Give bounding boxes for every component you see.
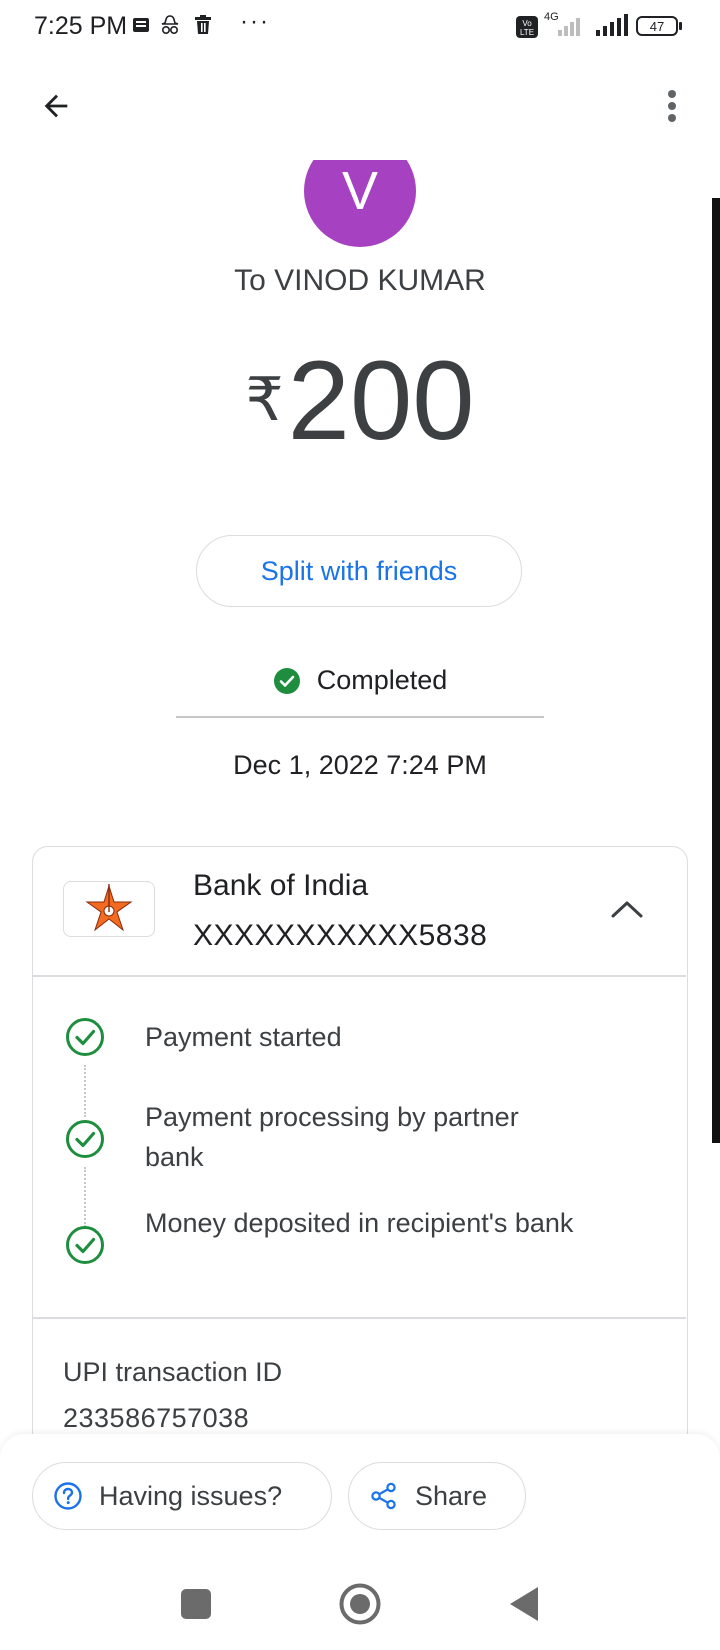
timeline-connector bbox=[84, 1065, 86, 1117]
upi-id-value[interactable]: 233586757038 bbox=[63, 1403, 249, 1434]
more-notifications-dots: ··· bbox=[240, 8, 270, 35]
share-icon bbox=[371, 1482, 396, 1510]
currency-symbol: ₹ bbox=[245, 366, 284, 433]
status-divider bbox=[176, 716, 544, 718]
battery-tip bbox=[679, 22, 682, 30]
share-button[interactable]: Share bbox=[348, 1462, 526, 1530]
check-circle-icon bbox=[273, 667, 300, 694]
recents-square-icon bbox=[181, 1589, 211, 1619]
timeline-connector bbox=[84, 1167, 86, 1227]
step-label: Payment started bbox=[145, 1022, 342, 1052]
back-nav-button[interactable] bbox=[496, 1576, 552, 1632]
bank-logo bbox=[63, 881, 155, 937]
more-options-button[interactable] bbox=[648, 82, 696, 130]
collapse-button[interactable] bbox=[603, 885, 651, 933]
home-circle-icon bbox=[339, 1583, 381, 1625]
incognito-icon bbox=[161, 15, 179, 35]
system-navigation-bar bbox=[0, 1564, 720, 1650]
check-circle-outline-icon bbox=[66, 1120, 104, 1158]
status-bar: 7:25 PM ··· Vo LTE 4G 47 bbox=[0, 0, 720, 56]
step-label: Money deposited in recipient's bank bbox=[145, 1208, 574, 1238]
battery-level: 47 bbox=[649, 18, 665, 34]
bank-name: Bank of India bbox=[193, 869, 369, 902]
recents-button[interactable] bbox=[168, 1576, 224, 1632]
svg-text:4G: 4G bbox=[544, 11, 559, 23]
share-label: Share bbox=[415, 1480, 488, 1511]
card-divider bbox=[33, 975, 686, 977]
more-vert-icon bbox=[668, 90, 676, 122]
screen: 7:25 PM ··· Vo LTE 4G 47 V To VINOD KUMA… bbox=[0, 0, 720, 1650]
payment-status: Completed bbox=[0, 665, 720, 696]
volte-icon: Vo LTE bbox=[516, 16, 538, 38]
delete-icon bbox=[195, 15, 211, 34]
signal-icon bbox=[596, 14, 628, 36]
svg-text:LTE: LTE bbox=[520, 28, 534, 37]
split-with-friends-button[interactable]: Split with friends bbox=[196, 535, 522, 607]
back-triangle-icon bbox=[510, 1587, 538, 1621]
check-circle-outline-icon bbox=[66, 1226, 104, 1264]
bank-of-india-star-logo bbox=[85, 884, 133, 932]
having-issues-label: Having issues? bbox=[99, 1480, 283, 1511]
chevron-up-icon bbox=[611, 901, 643, 918]
help-circle-icon bbox=[54, 1482, 82, 1510]
back-button[interactable] bbox=[32, 82, 80, 130]
signal-4g-icon: 4G bbox=[544, 11, 580, 36]
check-circle-outline-icon bbox=[66, 1018, 104, 1056]
message-icon bbox=[133, 18, 149, 32]
upi-id-label: UPI transaction ID bbox=[63, 1357, 283, 1387]
step-label: Payment processing by partner bank bbox=[145, 1102, 519, 1172]
arrow-back-icon bbox=[44, 94, 68, 118]
status-time: 7:25 PM bbox=[34, 12, 128, 40]
amount-value: 200 bbox=[287, 338, 475, 463]
status-label: Completed bbox=[316, 665, 448, 695]
recipient-name: To VINOD KUMAR bbox=[234, 264, 486, 297]
avatar[interactable]: V bbox=[304, 160, 416, 247]
transaction-datetime: Dec 1, 2022 7:24 PM bbox=[233, 750, 487, 780]
battery-icon: 47 bbox=[636, 16, 678, 36]
having-issues-button[interactable]: Having issues? bbox=[32, 1462, 332, 1530]
payment-amount: ₹200 bbox=[0, 345, 720, 457]
card-divider bbox=[33, 1317, 686, 1319]
avatar-container: V bbox=[0, 160, 720, 280]
home-button[interactable] bbox=[332, 1576, 388, 1632]
bank-account-number: XXXXXXXXXXX5838 bbox=[193, 919, 488, 952]
avatar-letter: V bbox=[341, 161, 379, 221]
svg-text:Vo: Vo bbox=[522, 19, 532, 28]
